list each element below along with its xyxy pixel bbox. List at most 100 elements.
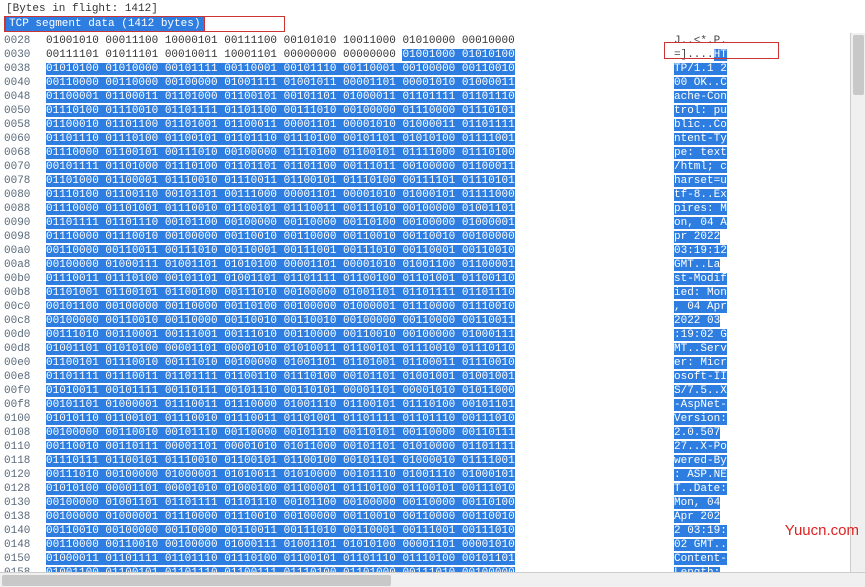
binary-row[interactable]: 01100101 01110010 00111010 00100000 0100… <box>46 356 668 370</box>
binary-row[interactable]: 01000011 01101111 01101110 01110100 0110… <box>46 552 668 566</box>
offset-value: 00c8 <box>4 314 40 328</box>
ascii-row[interactable]: 03:19:12 <box>674 244 768 258</box>
binary-row[interactable]: 00110010 00110111 00001101 00001010 0101… <box>46 440 668 454</box>
ascii-row[interactable]: 2.0.507 <box>674 426 768 440</box>
binary-column[interactable]: 01001010 00011100 10000101 00111100 0010… <box>46 34 668 580</box>
offset-value: 0100 <box>4 412 40 426</box>
ascii-row[interactable]: on, 04 A <box>674 216 768 230</box>
binary-row[interactable]: 00100000 00110010 00101110 00110000 0010… <box>46 426 668 440</box>
offset-value: 0058 <box>4 118 40 132</box>
ascii-row[interactable]: trol: pu <box>674 104 768 118</box>
binary-row[interactable]: 01010100 00001101 00001010 01000100 0110… <box>46 482 668 496</box>
offset-value: 0070 <box>4 160 40 174</box>
ascii-row[interactable]: Apr 202 <box>674 510 768 524</box>
binary-row[interactable]: 01010011 00101111 00110111 00101110 0011… <box>46 384 668 398</box>
binary-row[interactable]: 00100000 00110010 00110000 00110010 0011… <box>46 314 668 328</box>
ascii-row[interactable]: Version: <box>674 412 768 426</box>
binary-row[interactable]: 01110100 01110010 01101111 01101100 0011… <box>46 104 668 118</box>
offset-value: 00a8 <box>4 258 40 272</box>
binary-row[interactable]: 00110000 00110011 00111010 00110001 0011… <box>46 244 668 258</box>
ascii-row[interactable]: J..<*.P. <box>674 34 768 48</box>
ascii-row[interactable]: T..Date: <box>674 482 768 496</box>
ascii-row[interactable]: 2 03:19: <box>674 524 768 538</box>
offset-value: 0078 <box>4 174 40 188</box>
offset-value: 00e8 <box>4 370 40 384</box>
ascii-row[interactable]: wered-By <box>674 454 768 468</box>
binary-row[interactable]: 01101110 01110100 01100101 01101110 0111… <box>46 132 668 146</box>
ascii-row[interactable]: pe: text <box>674 146 768 160</box>
offset-value: 0118 <box>4 454 40 468</box>
ascii-row[interactable]: 27..X-Po <box>674 440 768 454</box>
binary-row[interactable]: 00101100 00100000 00110000 00110100 0010… <box>46 300 668 314</box>
ascii-row[interactable]: pr 2022 <box>674 230 768 244</box>
binary-row[interactable]: 01101111 01101110 00101100 00100000 0011… <box>46 216 668 230</box>
binary-row[interactable]: 01110011 01110100 00101101 01001101 0110… <box>46 272 668 286</box>
ascii-row[interactable]: er: Micr <box>674 356 768 370</box>
binary-row[interactable]: 01110000 01101001 01110010 01100101 0111… <box>46 202 668 216</box>
offset-value: 0110 <box>4 440 40 454</box>
ascii-row[interactable]: :19:02 G <box>674 328 768 342</box>
binary-row[interactable]: 00111101 01011101 00010011 10001101 0000… <box>46 48 668 62</box>
ascii-row[interactable]: tf-8..Ex <box>674 188 768 202</box>
ascii-row[interactable]: 02 GMT.. <box>674 538 768 552</box>
binary-row[interactable]: 00111010 00100000 01000001 01010011 0101… <box>46 468 668 482</box>
binary-row[interactable]: 00100000 01001101 01101111 01101110 0010… <box>46 496 668 510</box>
ascii-row[interactable]: Mon, 04 <box>674 496 768 510</box>
binary-row[interactable]: 00110000 00110000 00100000 01001111 0100… <box>46 76 668 90</box>
ascii-row[interactable]: Content- <box>674 552 768 566</box>
binary-row[interactable]: 01101111 01110011 01101111 01100110 0111… <box>46 370 668 384</box>
binary-row[interactable]: 01110111 01100101 01110010 01100101 0110… <box>46 454 668 468</box>
ascii-row[interactable]: GMT..La <box>674 258 768 272</box>
ascii-row[interactable]: , 04 Apr <box>674 300 768 314</box>
ascii-row[interactable]: harset=u <box>674 174 768 188</box>
binary-row[interactable]: 00110000 00110010 00100000 01000111 0100… <box>46 538 668 552</box>
offset-value: 0048 <box>4 90 40 104</box>
binary-row[interactable]: 01110100 01100110 00101101 00111000 0000… <box>46 188 668 202</box>
ascii-row[interactable]: blic..Co <box>674 118 768 132</box>
binary-row[interactable]: 01010100 01010000 00101111 00110001 0010… <box>46 62 668 76</box>
hex-dump-pane[interactable]: 0028003000380040004800500058006000680070… <box>0 34 865 580</box>
binary-row[interactable]: 00111010 00110001 00111001 00111010 0011… <box>46 328 668 342</box>
ascii-row[interactable]: MT..Serv <box>674 342 768 356</box>
horizontal-scroll-thumb[interactable] <box>2 575 391 586</box>
ascii-row[interactable]: ache-Con <box>674 90 768 104</box>
ascii-row[interactable]: ntent-Ty <box>674 132 768 146</box>
ascii-row[interactable]: S/7.5..X <box>674 384 768 398</box>
ascii-row[interactable]: : ASP.NE <box>674 468 768 482</box>
binary-row[interactable]: 01001101 01010100 00001101 00001010 0101… <box>46 342 668 356</box>
binary-row[interactable]: 01100001 01100011 01101000 01100101 0010… <box>46 90 668 104</box>
offset-value: 0038 <box>4 62 40 76</box>
offset-value: 0040 <box>4 76 40 90</box>
offset-value: 0098 <box>4 230 40 244</box>
ascii-column[interactable]: J..<*.P.=]....HTTP/1.1 200 OK..Cache-Con… <box>668 34 768 580</box>
ascii-row[interactable]: osoft-II <box>674 370 768 384</box>
binary-row[interactable]: 00100000 01000111 01001101 01010100 0000… <box>46 258 668 272</box>
ascii-row[interactable]: /html; c <box>674 160 768 174</box>
binary-row[interactable]: 00110010 00100000 00110000 00110011 0011… <box>46 524 668 538</box>
binary-row[interactable]: 01101001 01100101 01100100 00111010 0010… <box>46 286 668 300</box>
ascii-row[interactable]: 00 OK..C <box>674 76 768 90</box>
ascii-row[interactable]: TP/1.1 2 <box>674 62 768 76</box>
binary-row[interactable]: 01101000 01100001 01110010 01110011 0110… <box>46 174 668 188</box>
binary-row[interactable]: 01001010 00011100 10000101 00111100 0010… <box>46 34 668 48</box>
ascii-row[interactable]: ied: Mon <box>674 286 768 300</box>
packet-detail-header: [Bytes in flight: 1412] TCP segment data… <box>0 0 865 34</box>
horizontal-scrollbar[interactable] <box>0 572 865 587</box>
offset-value: 0120 <box>4 468 40 482</box>
vertical-scrollbar[interactable] <box>850 33 865 572</box>
ascii-row[interactable]: -AspNet- <box>674 398 768 412</box>
ascii-row[interactable]: 2022 03 <box>674 314 768 328</box>
vertical-scroll-thumb[interactable] <box>853 35 864 95</box>
binary-row[interactable]: 00101111 01101000 01110100 01101101 0110… <box>46 160 668 174</box>
offset-value: 0108 <box>4 426 40 440</box>
binary-row[interactable]: 01100010 01101100 01101001 01100011 0000… <box>46 118 668 132</box>
tcp-segment-label[interactable]: TCP segment data (1412 bytes) <box>4 16 205 32</box>
binary-row[interactable]: 00101101 01000001 01110011 01110000 0100… <box>46 398 668 412</box>
binary-row[interactable]: 01110000 01110010 00100000 00110010 0011… <box>46 230 668 244</box>
ascii-row[interactable]: st-Modif <box>674 272 768 286</box>
ascii-row[interactable]: =]....HT <box>674 48 768 62</box>
ascii-row[interactable]: pires: M <box>674 202 768 216</box>
binary-row[interactable]: 00100000 01000001 01110000 01110010 0010… <box>46 510 668 524</box>
binary-row[interactable]: 01010110 01100101 01110010 01110011 0110… <box>46 412 668 426</box>
binary-row[interactable]: 01110000 01100101 00111010 00100000 0111… <box>46 146 668 160</box>
